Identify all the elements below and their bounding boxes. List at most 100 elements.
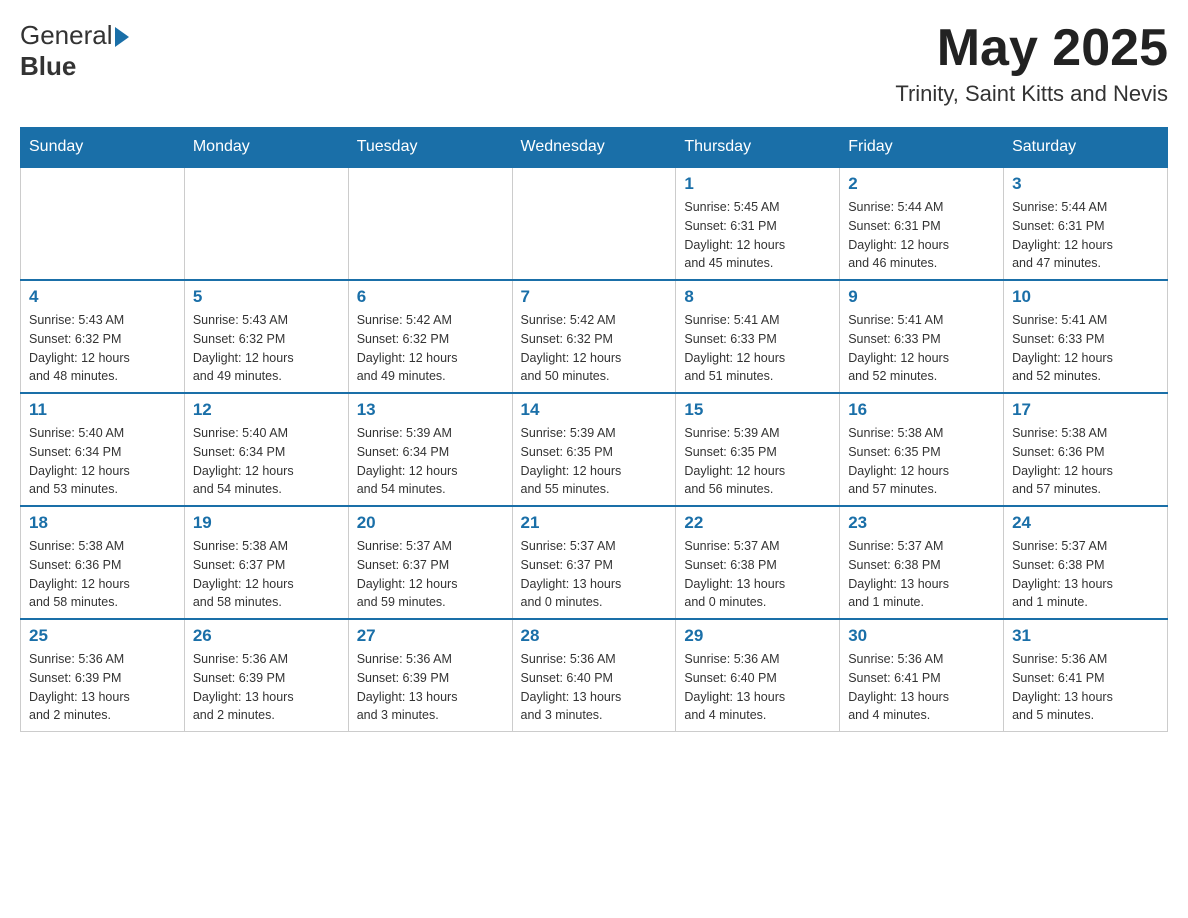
day-info: Sunrise: 5:36 AMSunset: 6:40 PMDaylight:… <box>521 650 668 725</box>
day-info: Sunrise: 5:39 AMSunset: 6:35 PMDaylight:… <box>521 424 668 499</box>
day-info: Sunrise: 5:40 AMSunset: 6:34 PMDaylight:… <box>193 424 340 499</box>
week-row-3: 11 Sunrise: 5:40 AMSunset: 6:34 PMDayligh… <box>21 393 1168 506</box>
calendar-cell: 25Sunrise: 5:36 AMSunset: 6:39 PMDayligh… <box>21 619 185 732</box>
calendar-cell <box>348 167 512 280</box>
calendar-cell: 31Sunrise: 5:36 AMSunset: 6:41 PMDayligh… <box>1004 619 1168 732</box>
day-info: Sunrise: 5:42 AMSunset: 6:32 PMDaylight:… <box>521 311 668 386</box>
calendar-cell: 20 Sunrise: 5:37 AMSunset: 6:37 PMDayligh… <box>348 506 512 619</box>
calendar-cell <box>184 167 348 280</box>
month-title: May 2025 <box>895 20 1168 77</box>
day-info: Sunrise: 5:37 AMSunset: 6:37 PMDaylight:… <box>357 537 504 612</box>
day-info: Sunrise: 5:36 AMSunset: 6:40 PMDaylight:… <box>684 650 831 725</box>
calendar-header-tuesday: Tuesday <box>348 128 512 168</box>
day-number: 17 <box>1012 400 1159 420</box>
week-row-5: 25Sunrise: 5:36 AMSunset: 6:39 PMDayligh… <box>21 619 1168 732</box>
calendar-cell: 5 Sunrise: 5:43 AMSunset: 6:32 PMDaylight… <box>184 280 348 393</box>
day-number: 10 <box>1012 287 1159 307</box>
calendar-cell: 22 Sunrise: 5:37 AMSunset: 6:38 PMDayligh… <box>676 506 840 619</box>
day-info: Sunrise: 5:37 AMSunset: 6:38 PMDaylight:… <box>1012 537 1159 612</box>
day-number: 3 <box>1012 174 1159 194</box>
calendar-cell: 4 Sunrise: 5:43 AMSunset: 6:32 PMDaylight… <box>21 280 185 393</box>
day-number: 6 <box>357 287 504 307</box>
calendar-cell: 17 Sunrise: 5:38 AMSunset: 6:36 PMDayligh… <box>1004 393 1168 506</box>
day-number: 14 <box>521 400 668 420</box>
calendar-cell: 27 Sunrise: 5:36 AMSunset: 6:39 PMDayligh… <box>348 619 512 732</box>
calendar-cell: 23 Sunrise: 5:37 AMSunset: 6:38 PMDayligh… <box>840 506 1004 619</box>
day-number: 2 <box>848 174 995 194</box>
calendar-cell: 2Sunrise: 5:44 AMSunset: 6:31 PMDaylight… <box>840 167 1004 280</box>
day-info: Sunrise: 5:37 AMSunset: 6:38 PMDaylight:… <box>848 537 995 612</box>
week-row-1: 1Sunrise: 5:45 AMSunset: 6:31 PMDaylight… <box>21 167 1168 280</box>
week-row-4: 18Sunrise: 5:38 AMSunset: 6:36 PMDayligh… <box>21 506 1168 619</box>
day-number: 9 <box>848 287 995 307</box>
day-number: 15 <box>684 400 831 420</box>
calendar-cell: 9 Sunrise: 5:41 AMSunset: 6:33 PMDaylight… <box>840 280 1004 393</box>
calendar-cell: 1Sunrise: 5:45 AMSunset: 6:31 PMDaylight… <box>676 167 840 280</box>
calendar-cell: 7Sunrise: 5:42 AMSunset: 6:32 PMDaylight… <box>512 280 676 393</box>
calendar-cell: 16 Sunrise: 5:38 AMSunset: 6:35 PMDayligh… <box>840 393 1004 506</box>
calendar-cell: 28 Sunrise: 5:36 AMSunset: 6:40 PMDayligh… <box>512 619 676 732</box>
logo-text-general: General <box>20 20 113 51</box>
calendar-cell: 14 Sunrise: 5:39 AMSunset: 6:35 PMDayligh… <box>512 393 676 506</box>
day-number: 12 <box>193 400 340 420</box>
day-info: Sunrise: 5:37 AMSunset: 6:37 PMDaylight:… <box>521 537 668 612</box>
day-info: Sunrise: 5:36 AMSunset: 6:41 PMDaylight:… <box>848 650 995 725</box>
day-info: Sunrise: 5:43 AMSunset: 6:32 PMDaylight:… <box>193 311 340 386</box>
day-number: 28 <box>521 626 668 646</box>
calendar-header-sunday: Sunday <box>21 128 185 168</box>
day-number: 21 <box>521 513 668 533</box>
calendar-cell: 19Sunrise: 5:38 AMSunset: 6:37 PMDayligh… <box>184 506 348 619</box>
calendar-cell: 21 Sunrise: 5:37 AMSunset: 6:37 PMDayligh… <box>512 506 676 619</box>
calendar-cell: 26 Sunrise: 5:36 AMSunset: 6:39 PMDayligh… <box>184 619 348 732</box>
day-info: Sunrise: 5:37 AMSunset: 6:38 PMDaylight:… <box>684 537 831 612</box>
day-info: Sunrise: 5:38 AMSunset: 6:37 PMDaylight:… <box>193 537 340 612</box>
day-number: 4 <box>29 287 176 307</box>
day-info: Sunrise: 5:38 AMSunset: 6:35 PMDaylight:… <box>848 424 995 499</box>
logo-text-blue: Blue <box>20 51 129 82</box>
logo-triangle-icon <box>115 27 129 47</box>
day-number: 23 <box>848 513 995 533</box>
day-number: 22 <box>684 513 831 533</box>
day-info: Sunrise: 5:39 AMSunset: 6:34 PMDaylight:… <box>357 424 504 499</box>
calendar-table: SundayMondayTuesdayWednesdayThursdayFrid… <box>20 127 1168 732</box>
calendar-cell: 29 Sunrise: 5:36 AMSunset: 6:40 PMDayligh… <box>676 619 840 732</box>
calendar-cell: 10 Sunrise: 5:41 AMSunset: 6:33 PMDayligh… <box>1004 280 1168 393</box>
calendar-header-row: SundayMondayTuesdayWednesdayThursdayFrid… <box>21 128 1168 168</box>
day-info: Sunrise: 5:36 AMSunset: 6:39 PMDaylight:… <box>357 650 504 725</box>
calendar-header-monday: Monday <box>184 128 348 168</box>
day-info: Sunrise: 5:45 AMSunset: 6:31 PMDaylight:… <box>684 198 831 273</box>
calendar-cell: 3 Sunrise: 5:44 AMSunset: 6:31 PMDaylight… <box>1004 167 1168 280</box>
day-number: 11 <box>29 400 176 420</box>
day-info: Sunrise: 5:36 AMSunset: 6:39 PMDaylight:… <box>193 650 340 725</box>
calendar-header-friday: Friday <box>840 128 1004 168</box>
day-number: 27 <box>357 626 504 646</box>
day-info: Sunrise: 5:42 AMSunset: 6:32 PMDaylight:… <box>357 311 504 386</box>
day-info: Sunrise: 5:41 AMSunset: 6:33 PMDaylight:… <box>848 311 995 386</box>
day-number: 29 <box>684 626 831 646</box>
title-area: May 2025 Trinity, Saint Kitts and Nevis <box>895 20 1168 107</box>
day-info: Sunrise: 5:40 AMSunset: 6:34 PMDaylight:… <box>29 424 176 499</box>
day-number: 26 <box>193 626 340 646</box>
day-info: Sunrise: 5:38 AMSunset: 6:36 PMDaylight:… <box>1012 424 1159 499</box>
calendar-header-thursday: Thursday <box>676 128 840 168</box>
day-number: 5 <box>193 287 340 307</box>
week-row-2: 4 Sunrise: 5:43 AMSunset: 6:32 PMDaylight… <box>21 280 1168 393</box>
day-info: Sunrise: 5:41 AMSunset: 6:33 PMDaylight:… <box>1012 311 1159 386</box>
calendar-cell: 18Sunrise: 5:38 AMSunset: 6:36 PMDayligh… <box>21 506 185 619</box>
day-info: Sunrise: 5:39 AMSunset: 6:35 PMDaylight:… <box>684 424 831 499</box>
day-number: 16 <box>848 400 995 420</box>
logo: General Blue <box>20 20 129 82</box>
calendar-cell: 11 Sunrise: 5:40 AMSunset: 6:34 PMDayligh… <box>21 393 185 506</box>
day-info: Sunrise: 5:44 AMSunset: 6:31 PMDaylight:… <box>1012 198 1159 273</box>
calendar-cell <box>512 167 676 280</box>
day-number: 24 <box>1012 513 1159 533</box>
day-info: Sunrise: 5:36 AMSunset: 6:41 PMDaylight:… <box>1012 650 1159 725</box>
calendar-cell: 8Sunrise: 5:41 AMSunset: 6:33 PMDaylight… <box>676 280 840 393</box>
calendar-cell <box>21 167 185 280</box>
location-title: Trinity, Saint Kitts and Nevis <box>895 81 1168 107</box>
page-header: General Blue May 2025 Trinity, Saint Kit… <box>20 20 1168 107</box>
day-number: 20 <box>357 513 504 533</box>
calendar-header-saturday: Saturday <box>1004 128 1168 168</box>
day-info: Sunrise: 5:43 AMSunset: 6:32 PMDaylight:… <box>29 311 176 386</box>
calendar-cell: 6 Sunrise: 5:42 AMSunset: 6:32 PMDaylight… <box>348 280 512 393</box>
